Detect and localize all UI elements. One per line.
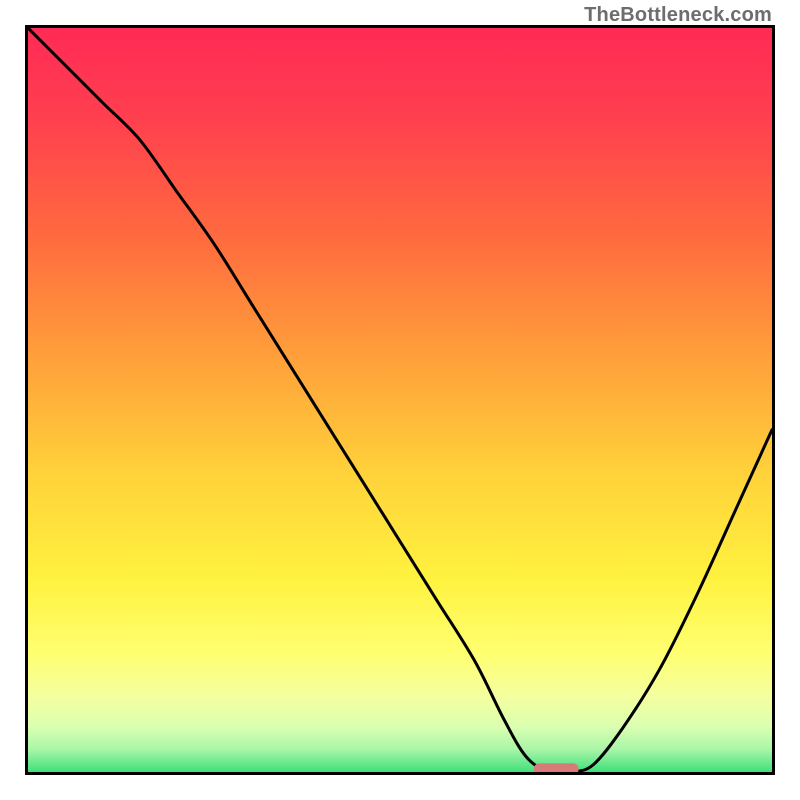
chart-frame [25, 25, 775, 775]
bottleneck-curve [28, 28, 772, 772]
watermark-text: TheBottleneck.com [584, 4, 772, 27]
optimal-marker [534, 763, 579, 772]
chart-plot-area [28, 28, 772, 772]
